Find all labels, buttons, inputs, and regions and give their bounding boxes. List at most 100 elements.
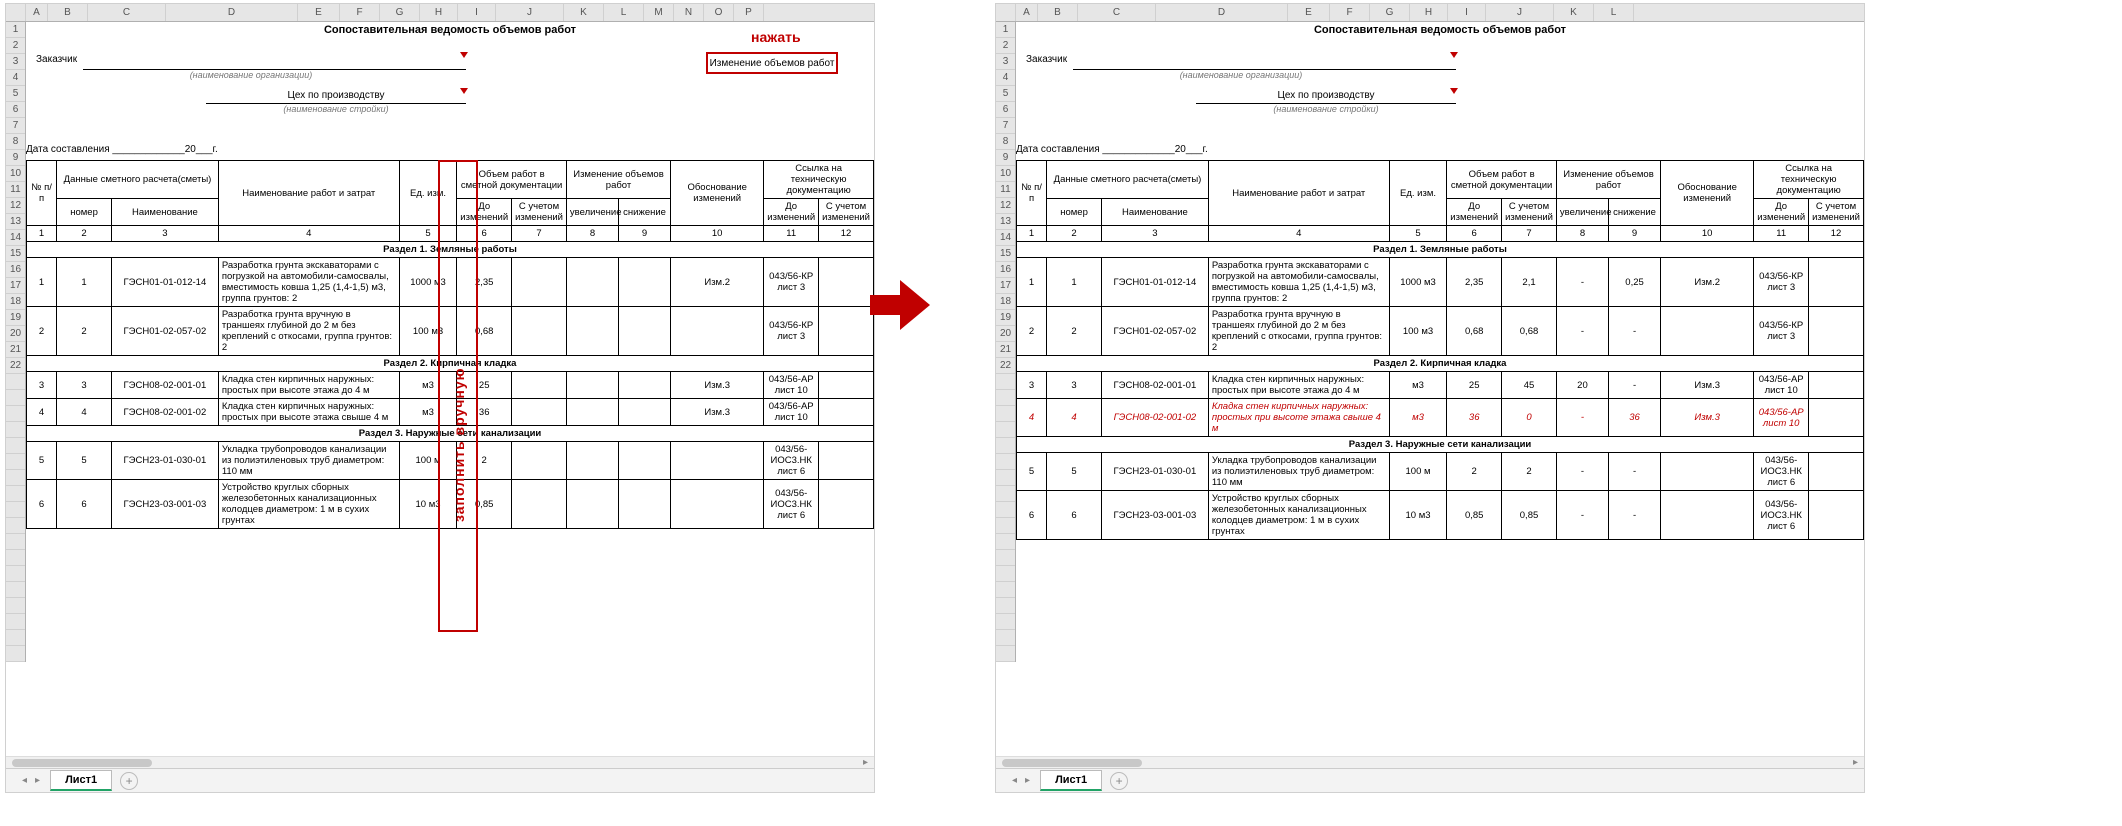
horizontal-scrollbar[interactable]: ▸	[996, 756, 1864, 768]
row-header[interactable]	[6, 630, 25, 646]
row-header[interactable]	[6, 518, 25, 534]
row-header[interactable]: 7	[996, 118, 1015, 134]
row-header[interactable]: 3	[996, 54, 1015, 70]
row-header[interactable]: 15	[996, 246, 1015, 262]
table-row[interactable]: 22ГЭСН01-02-057-02 Разработка грунта вру…	[27, 307, 874, 356]
row-header[interactable]	[996, 518, 1015, 534]
row-header[interactable]: 6	[996, 102, 1015, 118]
col-A[interactable]: A	[1016, 4, 1038, 21]
row-header[interactable]: 20	[996, 326, 1015, 342]
sheet-tab-1[interactable]: Лист1	[1040, 770, 1102, 791]
row-header[interactable]: 21	[6, 342, 25, 358]
table-row[interactable]: 33ГЭСН08-02-001-01 Кладка стен кирпичных…	[1017, 372, 1864, 399]
change-volumes-button[interactable]: Изменение объемов работ	[706, 52, 838, 74]
row-header[interactable]: 19	[996, 310, 1015, 326]
table-row[interactable]: 55ГЭСН23-01-030-01 Укладка трубопроводов…	[27, 442, 874, 480]
row-header[interactable]: 22	[996, 358, 1015, 374]
row-header[interactable]: 7	[6, 118, 25, 134]
row-header[interactable]: 1	[996, 22, 1015, 38]
col-E[interactable]: E	[298, 4, 340, 21]
row-header[interactable]	[6, 614, 25, 630]
tab-nav-prev[interactable]: ◂	[22, 775, 27, 786]
row-header[interactable]	[6, 566, 25, 582]
row-header[interactable]: 13	[6, 214, 25, 230]
row-header[interactable]: 8	[6, 134, 25, 150]
col-G[interactable]: G	[1370, 4, 1410, 21]
col-C[interactable]: C	[1078, 4, 1156, 21]
col-B[interactable]: B	[48, 4, 88, 21]
table-row[interactable]: 33ГЭСН08-02-001-01 Кладка стен кирпичных…	[27, 372, 874, 399]
row-header[interactable]	[996, 422, 1015, 438]
row-header[interactable]	[996, 630, 1015, 646]
row-header[interactable]: 6	[6, 102, 25, 118]
col-B[interactable]: B	[1038, 4, 1078, 21]
col-G[interactable]: G	[380, 4, 420, 21]
col-M[interactable]: M	[644, 4, 674, 21]
horizontal-scrollbar[interactable]: ▸	[6, 756, 874, 768]
col-L[interactable]: L	[1594, 4, 1634, 21]
table-row[interactable]: 11ГЭСН01-01-012-14 Разработка грунта экс…	[27, 258, 874, 307]
add-sheet-button[interactable]: +	[120, 772, 138, 790]
row-header[interactable]	[996, 582, 1015, 598]
row-header[interactable]: 15	[6, 246, 25, 262]
col-H[interactable]: H	[1410, 4, 1448, 21]
col-A[interactable]: A	[26, 4, 48, 21]
row-header[interactable]	[996, 390, 1015, 406]
row-header[interactable]: 2	[996, 38, 1015, 54]
col-L[interactable]: L	[604, 4, 644, 21]
row-header[interactable]: 3	[6, 54, 25, 70]
row-header[interactable]: 1	[6, 22, 25, 38]
row-header[interactable]: 4	[6, 70, 25, 86]
col-H[interactable]: H	[420, 4, 458, 21]
row-header[interactable]	[996, 374, 1015, 390]
row-header[interactable]: 13	[996, 214, 1015, 230]
row-header[interactable]	[996, 566, 1015, 582]
row-header[interactable]	[6, 598, 25, 614]
add-sheet-button[interactable]: +	[1110, 772, 1128, 790]
row-header[interactable]: 19	[6, 310, 25, 326]
row-header[interactable]	[6, 438, 25, 454]
row-header[interactable]: 11	[6, 182, 25, 198]
row-header[interactable]	[996, 646, 1015, 662]
row-header[interactable]: 17	[996, 278, 1015, 294]
row-header[interactable]: 22	[6, 358, 25, 374]
row-header[interactable]	[996, 550, 1015, 566]
row-header[interactable]	[6, 646, 25, 662]
tab-nav-prev[interactable]: ◂	[1012, 775, 1017, 786]
table-row[interactable]: 66ГЭСН23-03-001-03 Устройство круглых сб…	[1017, 491, 1864, 540]
row-header[interactable]: 17	[6, 278, 25, 294]
col-P[interactable]: P	[734, 4, 764, 21]
col-I[interactable]: I	[458, 4, 496, 21]
tab-nav-next[interactable]: ▸	[1025, 775, 1030, 786]
col-O[interactable]: O	[704, 4, 734, 21]
row-header[interactable]	[996, 598, 1015, 614]
table-row[interactable]: 55ГЭСН23-01-030-01 Укладка трубопроводов…	[1017, 453, 1864, 491]
row-header[interactable]	[6, 534, 25, 550]
sheet-area[interactable]: Сопоставительная ведомость объемов работ…	[1016, 22, 1864, 662]
row-header[interactable]	[6, 374, 25, 390]
row-header[interactable]: 18	[6, 294, 25, 310]
row-header[interactable]: 12	[996, 198, 1015, 214]
sheet-tab-1[interactable]: Лист1	[50, 770, 112, 791]
row-header[interactable]: 4	[996, 70, 1015, 86]
row-header[interactable]	[6, 502, 25, 518]
row-header[interactable]	[6, 406, 25, 422]
row-header[interactable]	[996, 438, 1015, 454]
col-J[interactable]: J	[1486, 4, 1554, 21]
row-header[interactable]: 21	[996, 342, 1015, 358]
row-header[interactable]: 9	[6, 150, 25, 166]
col-F[interactable]: F	[1330, 4, 1370, 21]
row-header[interactable]	[996, 470, 1015, 486]
col-K[interactable]: K	[1554, 4, 1594, 21]
table-row[interactable]: 22ГЭСН01-02-057-02 Разработка грунта вру…	[1017, 307, 1864, 356]
col-N[interactable]: N	[674, 4, 704, 21]
row-header[interactable]	[6, 454, 25, 470]
row-header[interactable]	[996, 454, 1015, 470]
table-row-deleted[interactable]: 44ГЭСН08-02-001-02 Кладка стен кирпичных…	[1017, 399, 1864, 437]
row-header[interactable]: 10	[6, 166, 25, 182]
row-header[interactable]	[6, 582, 25, 598]
row-header[interactable]	[6, 550, 25, 566]
row-header[interactable]: 12	[6, 198, 25, 214]
row-header[interactable]: 11	[996, 182, 1015, 198]
row-header[interactable]: 2	[6, 38, 25, 54]
